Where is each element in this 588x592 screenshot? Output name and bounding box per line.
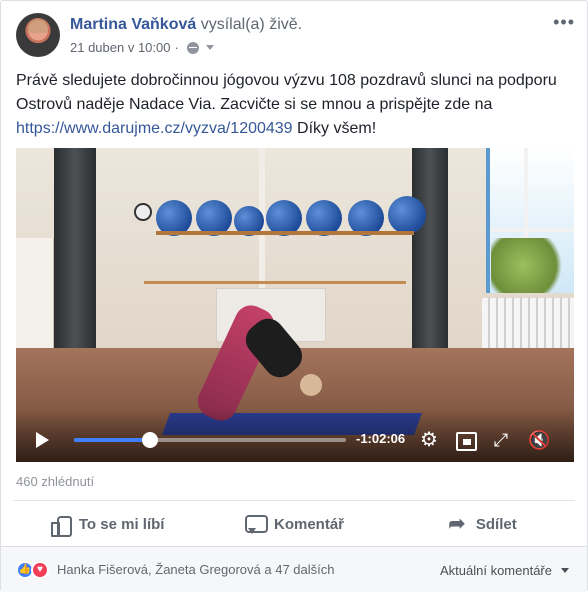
- share-button[interactable]: ➦ Sdílet: [388, 502, 575, 546]
- time-remaining: -1:02:06: [356, 431, 406, 446]
- divider: [13, 500, 575, 501]
- progress-bar[interactable]: [74, 432, 346, 448]
- video-clock: [134, 203, 152, 221]
- post-text-main: Právě sledujete dobročinnou jógovou výzv…: [16, 72, 557, 113]
- author-name[interactable]: Martina Vaňková: [70, 16, 196, 33]
- post-meta: 21 duben v 10:00 ·: [70, 40, 214, 55]
- pip-icon[interactable]: [454, 430, 477, 451]
- donation-link[interactable]: https://www.darujme.cz/vyzva/1200439: [16, 120, 293, 137]
- author-action: vysílal(a) živě.: [200, 16, 303, 33]
- video-controls: -1:02:06 ⚙ ⤢ 🔇: [16, 408, 574, 462]
- reactions-footer: 👍 ♥ Hanka Fišerová, Žaneta Gregorová a 4…: [1, 547, 587, 592]
- mute-icon[interactable]: 🔇: [528, 430, 550, 450]
- fullscreen-icon[interactable]: ⤢: [490, 430, 512, 450]
- share-label: Sdílet: [475, 515, 517, 533]
- play-icon[interactable]: [36, 432, 49, 448]
- view-count[interactable]: 460 zhlédnutí: [16, 474, 94, 489]
- video-pillar: [54, 148, 96, 353]
- globe-icon[interactable]: [186, 41, 199, 54]
- post-date[interactable]: 21 duben v 10:00: [70, 40, 170, 55]
- post-card: Martina Vaňková vysílal(a) živě. 21 dube…: [0, 0, 588, 592]
- post-text: Právě sledujete dobročinnou jógovou výzv…: [16, 69, 576, 141]
- comment-label: Komentář: [273, 515, 344, 533]
- like-button[interactable]: To se mi líbí: [13, 502, 200, 546]
- comment-sort-label: Aktuální komentáře: [439, 563, 552, 578]
- post-header: Martina Vaňková vysílal(a) živě. 21 dube…: [16, 13, 575, 63]
- video-shelf: [144, 281, 406, 284]
- heart-reaction-icon: ♥: [31, 561, 49, 579]
- comment-button[interactable]: Komentář: [200, 502, 387, 546]
- reactors-list[interactable]: Hanka Fišerová, Žaneta Gregorová a 47 da…: [57, 562, 334, 577]
- video-player[interactable]: -1:02:06 ⚙ ⤢ 🔇: [16, 148, 574, 462]
- thumbs-up-icon: [49, 514, 72, 537]
- chevron-down-icon[interactable]: [205, 45, 214, 50]
- post-text-thanks: Díky všem!: [292, 120, 377, 137]
- progress-fill: [74, 438, 151, 442]
- progress-handle[interactable]: [142, 432, 159, 448]
- comment-sort-dropdown[interactable]: Aktuální komentáře: [440, 563, 569, 578]
- exercise-ball: [388, 196, 426, 234]
- gear-icon[interactable]: ⚙: [418, 430, 440, 450]
- author-line: Martina Vaňková vysílal(a) živě.: [70, 16, 302, 34]
- video-door: [16, 238, 54, 353]
- more-options-icon[interactable]: •••: [553, 13, 575, 31]
- share-icon: ➦: [448, 513, 466, 535]
- like-label: To se mi líbí: [78, 515, 165, 533]
- action-bar: To se mi líbí Komentář ➦ Sdílet: [13, 502, 575, 546]
- reaction-icons[interactable]: 👍 ♥: [16, 561, 49, 579]
- comment-icon: [244, 514, 268, 534]
- avatar[interactable]: [16, 13, 60, 57]
- video-shelf: [156, 231, 414, 235]
- chevron-down-icon: [561, 568, 569, 573]
- video-pillar: [412, 148, 448, 353]
